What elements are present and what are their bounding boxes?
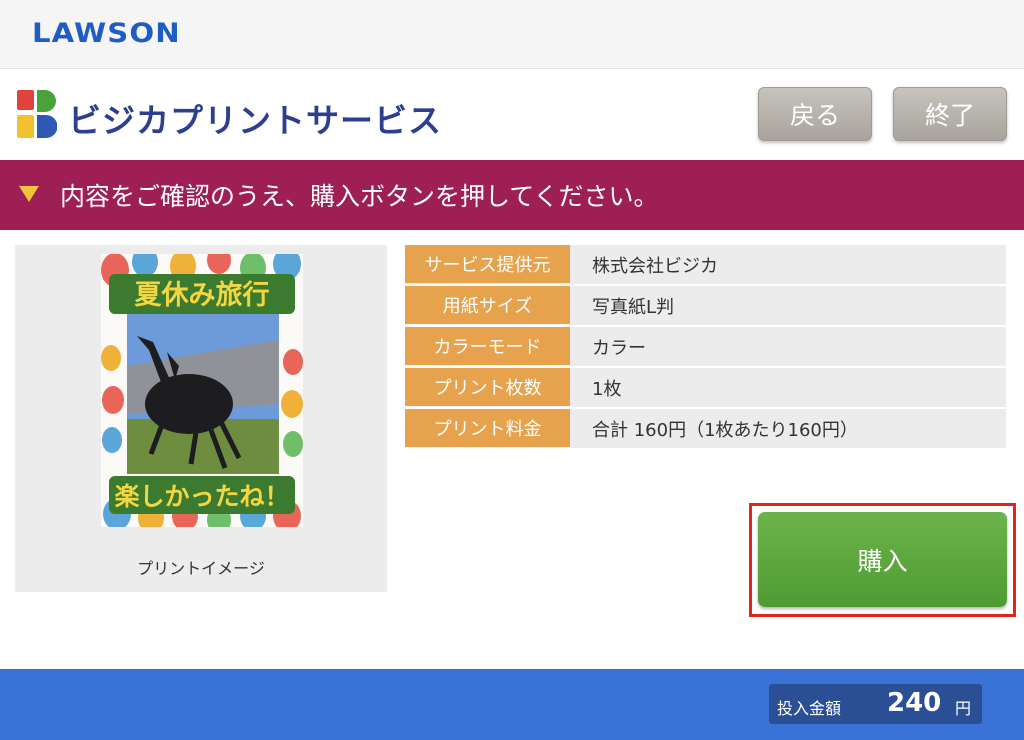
inserted-amount-display: 投入金額 240 円 bbox=[769, 684, 982, 724]
table-row: プリント枚数 1枚 bbox=[405, 368, 1006, 407]
preview-title-text: 夏休み旅行 bbox=[135, 279, 270, 311]
service-title: ビジカプリントサービス bbox=[68, 101, 442, 140]
detail-label-print-fee: プリント料金 bbox=[405, 409, 570, 448]
detail-value-print-fee: 合計 160円（1枚あたり160円） bbox=[570, 409, 1006, 448]
detail-label-provider: サービス提供元 bbox=[405, 245, 570, 284]
order-details-table: サービス提供元 株式会社ビジカ 用紙サイズ 写真紙L判 カラーモード カラー プ… bbox=[405, 243, 1006, 450]
inserted-amount-label: 投入金額 bbox=[777, 699, 842, 718]
preview-bottom-text: 楽しかったね！ bbox=[114, 482, 289, 511]
table-row: プリント料金 合計 160円（1枚あたり160円） bbox=[405, 409, 1006, 448]
lawson-logo: LAWSON bbox=[32, 18, 181, 49]
print-preview-panel: 夏休み旅行 楽しかったね！ プリントイメージ bbox=[15, 245, 387, 592]
detail-value-color-mode: カラー bbox=[570, 327, 1006, 366]
exit-button[interactable]: 終了 bbox=[893, 87, 1007, 141]
table-row: サービス提供元 株式会社ビジカ bbox=[405, 245, 1006, 284]
detail-value-provider: 株式会社ビジカ bbox=[570, 245, 1006, 284]
table-row: カラーモード カラー bbox=[405, 327, 1006, 366]
back-button[interactable]: 戻る bbox=[758, 87, 872, 141]
instruction-banner: 内容をご確認のうえ、購入ボタンを押してください。 bbox=[0, 160, 1024, 230]
purchase-button[interactable]: 購入 bbox=[758, 512, 1007, 607]
detail-label-print-count: プリント枚数 bbox=[405, 368, 570, 407]
detail-label-color-mode: カラーモード bbox=[405, 327, 570, 366]
footer-bar: 投入金額 240 円 bbox=[0, 669, 1024, 740]
print-preview-image: 夏休み旅行 楽しかったね！ bbox=[101, 254, 303, 527]
service-header: ビジカプリントサービス 戻る 終了 bbox=[0, 70, 1024, 158]
triangle-down-icon bbox=[19, 186, 39, 202]
table-row: 用紙サイズ 写真紙L判 bbox=[405, 286, 1006, 325]
inserted-amount-unit: 円 bbox=[955, 699, 972, 718]
bizica-logo-icon bbox=[17, 90, 57, 138]
detail-label-paper-size: 用紙サイズ bbox=[405, 286, 570, 325]
detail-value-print-count: 1枚 bbox=[570, 368, 1006, 407]
inserted-amount-value: 240 bbox=[887, 688, 942, 718]
top-bar: LAWSON bbox=[0, 0, 1024, 69]
detail-value-paper-size: 写真紙L判 bbox=[570, 286, 1006, 325]
preview-caption: プリントイメージ bbox=[137, 559, 265, 578]
instruction-text: 内容をご確認のうえ、購入ボタンを押してください。 bbox=[60, 182, 659, 211]
